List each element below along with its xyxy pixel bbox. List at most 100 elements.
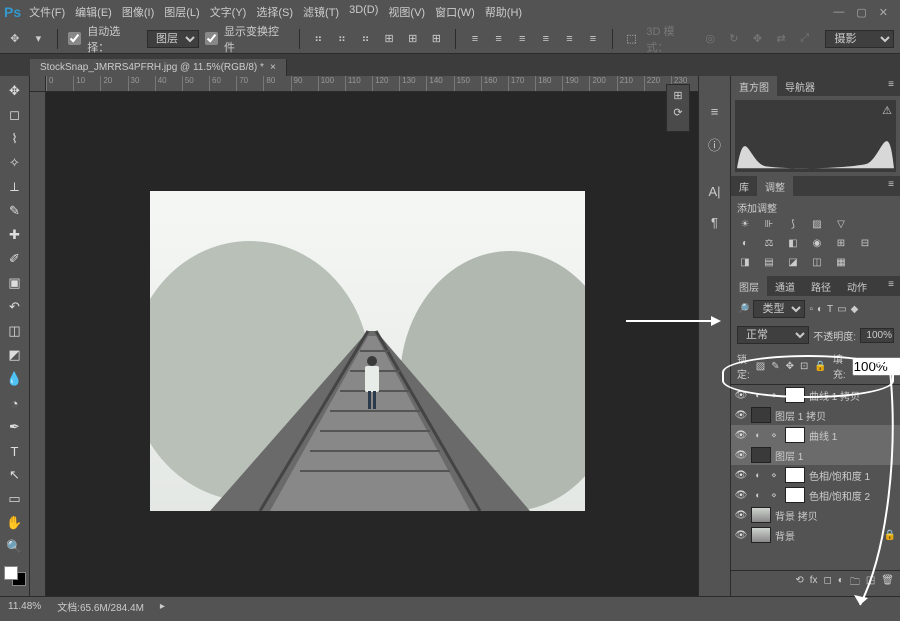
distribute-icon4[interactable]: ≡ bbox=[537, 30, 555, 48]
adj-vibrance-icon[interactable]: ▽ bbox=[833, 219, 849, 230]
maximize-icon[interactable]: ▢ bbox=[856, 6, 866, 19]
tab-actions[interactable]: 动作 bbox=[839, 276, 875, 296]
panel-menu-icon[interactable]: ≡ bbox=[882, 276, 900, 296]
3d-zoom-icon[interactable]: ⤢ bbox=[796, 30, 814, 48]
menu-edit[interactable]: 编辑(E) bbox=[75, 4, 112, 20]
adj-levels-icon[interactable]: ⊪ bbox=[761, 219, 777, 230]
zoom-value[interactable]: 11.48% bbox=[8, 601, 41, 612]
adj-bw-icon[interactable]: ◧ bbox=[785, 238, 801, 249]
filter-shape-icon[interactable]: ▭ bbox=[837, 304, 846, 315]
link-icon[interactable]: ⟲ bbox=[795, 575, 803, 592]
distribute-icon6[interactable]: ≡ bbox=[584, 30, 602, 48]
adj-thresh-icon[interactable]: ◪ bbox=[785, 257, 801, 268]
layer-thumb[interactable] bbox=[751, 507, 771, 523]
align-bottom-icon[interactable]: ⠶ bbox=[357, 30, 375, 48]
adj-curves-icon[interactable]: ⟆ bbox=[785, 219, 801, 230]
menu-3d[interactable]: 3D(D) bbox=[349, 4, 378, 20]
minimize-icon[interactable]: — bbox=[833, 6, 844, 19]
visibility-icon[interactable]: 👁 bbox=[731, 530, 751, 541]
eraser-tool[interactable]: ◫ bbox=[3, 320, 27, 342]
align-right-icon[interactable]: ⊞ bbox=[428, 30, 446, 48]
pen-tool[interactable]: ✒ bbox=[3, 416, 27, 438]
visibility-icon[interactable]: 👁 bbox=[731, 490, 751, 501]
close-icon[interactable]: ✕ bbox=[879, 6, 888, 19]
lock-all-icon[interactable]: 🔒 bbox=[814, 361, 826, 372]
group-icon[interactable]: 🗀 bbox=[850, 575, 860, 592]
adj-mixer-icon[interactable]: ⊞ bbox=[833, 238, 849, 249]
layer-row[interactable]: 👁◐⋄色相/饱和度 1 bbox=[731, 465, 900, 485]
canvas-nav-widget[interactable]: ⊞ ⟳ bbox=[666, 84, 690, 132]
layer-name[interactable]: 曲线 1 拷贝 bbox=[809, 388, 896, 403]
adj-selcolor-icon[interactable]: ▦ bbox=[833, 257, 849, 268]
menu-window[interactable]: 窗口(W) bbox=[435, 4, 475, 20]
menu-file[interactable]: 文件(F) bbox=[29, 4, 65, 20]
layer-name[interactable]: 背景 bbox=[775, 528, 884, 543]
auto-select-dropdown[interactable]: 图层 bbox=[147, 30, 199, 48]
adj-photo-icon[interactable]: ◉ bbox=[809, 238, 825, 249]
adj-balance-icon[interactable]: ⚖ bbox=[761, 238, 777, 249]
adj-poster-icon[interactable]: ▤ bbox=[761, 257, 777, 268]
new-layer-icon[interactable]: ◲ bbox=[866, 575, 875, 592]
mask-thumb[interactable] bbox=[785, 427, 805, 443]
visibility-icon[interactable]: 👁 bbox=[731, 510, 751, 521]
move-tool-icon[interactable]: ✥ bbox=[6, 30, 24, 48]
menu-filter[interactable]: 滤镜(T) bbox=[303, 4, 339, 20]
adj-layer-icon[interactable]: ◐ bbox=[838, 575, 844, 592]
mask-icon[interactable]: ◻ bbox=[823, 575, 831, 592]
distribute-icon5[interactable]: ≡ bbox=[561, 30, 579, 48]
color-swatch[interactable] bbox=[4, 566, 26, 586]
mask-thumb[interactable] bbox=[785, 487, 805, 503]
filter-icon[interactable]: 🔎 bbox=[737, 304, 749, 315]
layer-name[interactable]: 图层 1 bbox=[775, 448, 896, 463]
panel-icon-para[interactable]: ¶ bbox=[711, 215, 718, 230]
marquee-tool[interactable]: ◻ bbox=[3, 104, 27, 126]
align-top-icon[interactable]: ⠶ bbox=[310, 30, 328, 48]
distribute-icon3[interactable]: ≡ bbox=[513, 30, 531, 48]
tab-paths[interactable]: 路径 bbox=[803, 276, 839, 296]
filter-pixel-icon[interactable]: ▫ bbox=[809, 304, 813, 315]
crop-tool[interactable]: ⟂ bbox=[3, 176, 27, 198]
3d-roll-icon[interactable]: ↻ bbox=[725, 30, 743, 48]
dodge-tool[interactable]: ◔ bbox=[3, 392, 27, 414]
distribute-icon[interactable]: ≡ bbox=[466, 30, 484, 48]
trash-icon[interactable]: 🗑 bbox=[881, 575, 894, 592]
fill-input[interactable] bbox=[852, 357, 900, 376]
mask-thumb[interactable] bbox=[785, 387, 805, 403]
transform-checkbox[interactable] bbox=[205, 32, 218, 45]
ruler-origin[interactable] bbox=[30, 76, 46, 92]
lock-artb-icon[interactable]: ⊡ bbox=[800, 361, 808, 372]
tab-navigator[interactable]: 导航器 bbox=[777, 76, 823, 96]
layer-row[interactable]: 👁◐⋄色相/饱和度 2 bbox=[731, 485, 900, 505]
path-select-tool[interactable]: ↖ bbox=[3, 464, 27, 486]
layer-name[interactable]: 图层 1 拷贝 bbox=[775, 408, 896, 423]
align-hcenter-icon[interactable]: ⊞ bbox=[404, 30, 422, 48]
type-tool[interactable]: T bbox=[3, 440, 27, 462]
menu-view[interactable]: 视图(V) bbox=[388, 4, 425, 20]
tab-channels[interactable]: 通道 bbox=[767, 276, 803, 296]
lock-trans-icon[interactable]: ▨ bbox=[756, 361, 765, 372]
visibility-icon[interactable]: 👁 bbox=[731, 390, 751, 401]
visibility-icon[interactable]: 👁 bbox=[731, 410, 751, 421]
align-left-icon[interactable]: ⊞ bbox=[380, 30, 398, 48]
adj-hue-icon[interactable]: ◐ bbox=[737, 238, 753, 249]
layer-row[interactable]: 👁 图层 1 拷贝 bbox=[731, 405, 900, 425]
layer-row[interactable]: 👁图层 1 bbox=[731, 445, 900, 465]
nav-widget-icon[interactable]: ⊞ bbox=[673, 89, 682, 102]
menu-type[interactable]: 文字(Y) bbox=[210, 4, 247, 20]
blur-tool[interactable]: 💧 bbox=[3, 368, 27, 390]
visibility-icon[interactable]: 👁 bbox=[731, 430, 751, 441]
adj-lookup-icon[interactable]: ⊟ bbox=[857, 238, 873, 249]
document-canvas[interactable] bbox=[150, 191, 585, 511]
adj-exposure-icon[interactable]: ▨ bbox=[809, 219, 825, 230]
layer-row[interactable]: 👁◐⋄曲线 1 bbox=[731, 425, 900, 445]
history-brush-tool[interactable]: ↶ bbox=[3, 296, 27, 318]
panel-menu-icon[interactable]: ≡ bbox=[882, 176, 900, 196]
healing-tool[interactable]: ✚ bbox=[3, 224, 27, 246]
warning-icon[interactable]: ⚠ bbox=[882, 104, 892, 117]
opacity-input[interactable] bbox=[860, 328, 894, 343]
zoom-tool[interactable]: 🔍 bbox=[3, 536, 27, 558]
document-tab[interactable]: StockSnap_JMRRS4PFRH.jpg @ 11.5%(RGB/8) … bbox=[30, 59, 287, 76]
menu-layer[interactable]: 图层(L) bbox=[164, 4, 199, 20]
doc-close-icon[interactable]: × bbox=[270, 62, 276, 73]
menu-help[interactable]: 帮助(H) bbox=[485, 4, 522, 20]
